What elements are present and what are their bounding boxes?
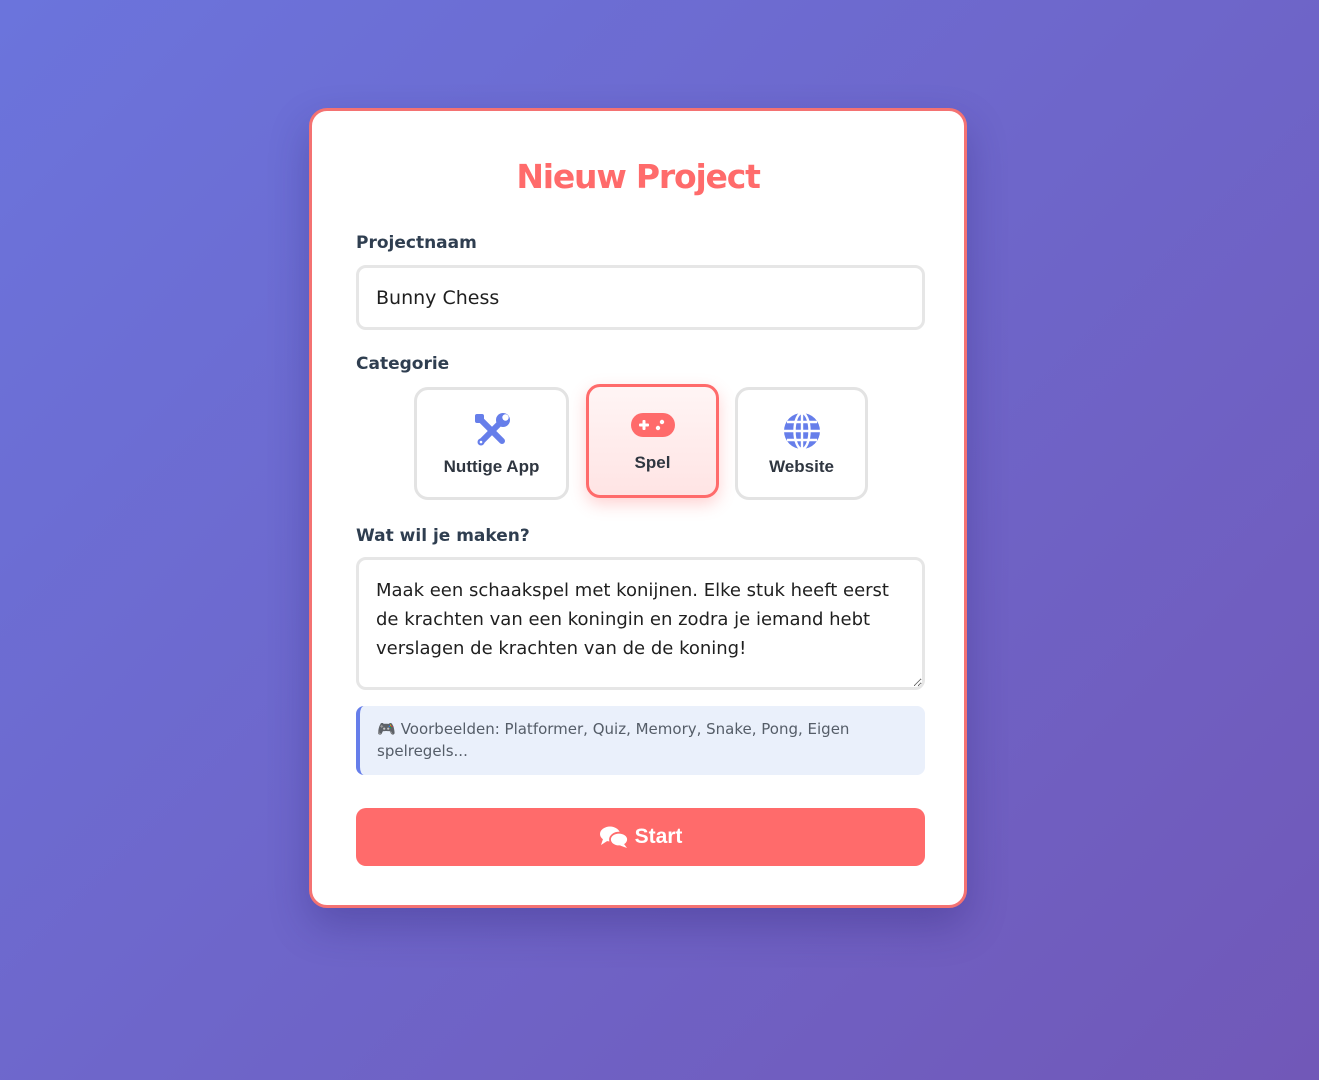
- category-option-useful-app[interactable]: Nuttige App: [414, 387, 569, 500]
- examples-hint-text: Voorbeelden: Platformer, Quiz, Memory, S…: [377, 720, 850, 760]
- project-name-label: Projectnaam: [356, 233, 477, 253]
- chat-bubbles-icon: [599, 825, 629, 849]
- tools-icon: [472, 411, 512, 451]
- category-option-game[interactable]: Spel: [586, 384, 719, 498]
- category-options: Nuttige App Spel Website: [312, 384, 964, 507]
- category-label-website: Website: [769, 457, 834, 476]
- description-textarea[interactable]: Maak een schaakspel met konijnen. Elke s…: [356, 557, 925, 690]
- page-title: Nieuw Project: [516, 157, 761, 196]
- examples-hint: 🎮 Voorbeelden: Platformer, Quiz, Memory, …: [356, 706, 925, 775]
- description-label: Wat wil je maken?: [356, 526, 530, 546]
- new-project-card: Nieuw Project Projectnaam Categorie Nutt…: [309, 108, 967, 908]
- category-option-website[interactable]: Website: [735, 387, 868, 500]
- category-label-useful-app: Nuttige App: [443, 457, 540, 476]
- category-label-game: Spel: [634, 453, 671, 472]
- gamepad-icon: [630, 409, 676, 441]
- globe-icon: [782, 411, 822, 451]
- project-name-input[interactable]: [356, 265, 925, 330]
- gamepad-emoji-icon: 🎮: [377, 720, 396, 738]
- start-button[interactable]: Start: [356, 808, 925, 866]
- start-button-label: Start: [634, 825, 683, 848]
- category-label: Categorie: [356, 354, 450, 374]
